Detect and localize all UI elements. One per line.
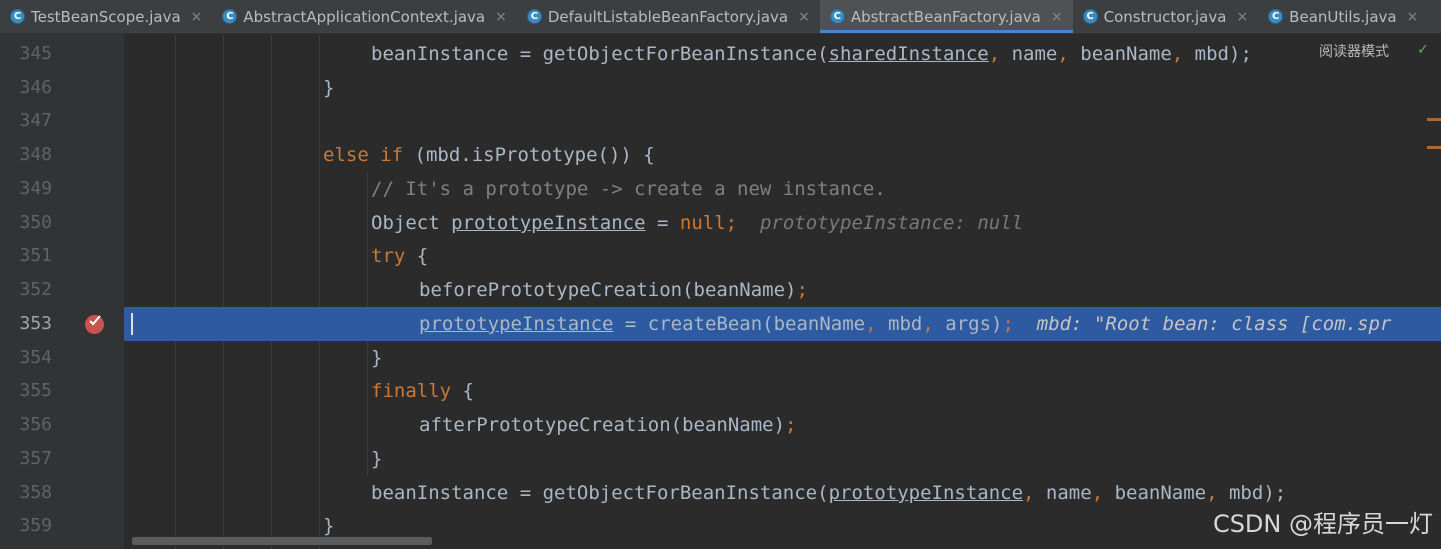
- code-text: try {: [371, 245, 429, 267]
- editor-tab-bar: C TestBeanScope.java × C AbstractApplica…: [0, 0, 1441, 34]
- code-line[interactable]: 349 // It's a prototype -> create a new …: [0, 172, 1441, 206]
- close-icon[interactable]: ×: [1407, 9, 1419, 25]
- code-text: afterPrototypeCreation(beanName);: [419, 414, 797, 436]
- error-stripe-marker[interactable]: [1427, 118, 1441, 121]
- code-text: }: [371, 448, 383, 470]
- code-line[interactable]: 350 Object prototypeInstance = null; pro…: [0, 206, 1441, 240]
- reader-mode-button[interactable]: 阅读器模式: [1319, 41, 1389, 61]
- tab-label: BeanUtils.java: [1289, 7, 1397, 26]
- code-line[interactable]: 356 afterPrototypeCreation(beanName);: [0, 408, 1441, 442]
- java-class-icon: C: [1268, 9, 1284, 24]
- inspection-ok-icon[interactable]: ✓: [1418, 39, 1428, 58]
- tab-abstractbeanfactory[interactable]: C AbstractBeanFactory.java ×: [819, 0, 1073, 33]
- tab-beanutils[interactable]: C BeanUtils.java ×: [1258, 0, 1428, 33]
- tab-label: AbstractApplicationContext.java: [243, 7, 486, 26]
- tab-testbeanscope[interactable]: C TestBeanScope.java ×: [0, 0, 212, 33]
- java-class-icon: C: [1082, 9, 1098, 24]
- line-number: 358: [19, 482, 52, 503]
- java-class-icon: C: [10, 9, 25, 24]
- code-text: beanInstance = getObjectForBeanInstance(…: [371, 482, 1287, 504]
- line-number: 347: [19, 110, 52, 131]
- code-line[interactable]: 357 }: [0, 442, 1441, 476]
- code-line[interactable]: 355 finally {: [0, 374, 1441, 408]
- tab-label: Constructor.java: [1103, 7, 1227, 26]
- code-text: }: [323, 77, 335, 99]
- code-text: beforePrototypeCreation(beanName);: [419, 279, 808, 301]
- code-comment: // It's a prototype -> create a new inst…: [371, 178, 886, 200]
- line-number: 355: [19, 380, 52, 401]
- horizontal-scrollbar[interactable]: [132, 537, 432, 545]
- line-number: 346: [19, 77, 52, 98]
- code-line[interactable]: 348 else if (mbd.isPrototype()) {: [0, 138, 1441, 172]
- code-text: Object prototypeInstance = null; prototy…: [371, 212, 1024, 234]
- tab-constructor[interactable]: C Constructor.java ×: [1073, 0, 1259, 33]
- code-line[interactable]: 347: [0, 104, 1441, 138]
- line-number: 348: [19, 144, 52, 165]
- code-text: else if (mbd.isPrototype()) {: [323, 144, 655, 166]
- line-number: 354: [19, 347, 52, 368]
- code-line[interactable]: 345 beanInstance = getObjectForBeanInsta…: [0, 37, 1441, 71]
- line-number: 345: [19, 43, 52, 64]
- close-icon[interactable]: ×: [1236, 9, 1248, 25]
- line-number: 356: [19, 414, 52, 435]
- line-number: 351: [19, 245, 52, 266]
- code-line[interactable]: 351 try {: [0, 239, 1441, 273]
- close-icon[interactable]: ×: [1051, 9, 1063, 25]
- close-icon[interactable]: ×: [191, 9, 203, 25]
- debug-inline-value: prototypeInstance: null: [759, 212, 1024, 234]
- close-icon[interactable]: ×: [495, 9, 507, 25]
- line-number: 349: [19, 178, 52, 199]
- line-number: 353: [19, 313, 52, 334]
- tab-label: DefaultListableBeanFactory.java: [547, 7, 789, 26]
- text-caret: [131, 313, 133, 335]
- error-stripe-marker[interactable]: [1427, 146, 1441, 149]
- java-class-icon: C: [222, 9, 238, 24]
- line-number: 350: [19, 212, 52, 233]
- tab-label: AbstractBeanFactory.java: [850, 7, 1041, 26]
- line-number: 357: [19, 448, 52, 469]
- line-number: 359: [19, 515, 52, 536]
- close-icon[interactable]: ×: [798, 9, 810, 25]
- java-class-icon: C: [526, 9, 542, 24]
- tab-label: TestBeanScope.java: [31, 7, 181, 26]
- current-execution-line[interactable]: 353 prototypeInstance = createBean(beanN…: [0, 307, 1441, 341]
- breakpoint-icon[interactable]: [85, 315, 104, 334]
- debug-inline-value: mbd: "Root bean: class [com.spr: [1036, 313, 1392, 335]
- code-text: }: [371, 347, 383, 369]
- code-line[interactable]: 346 }: [0, 71, 1441, 105]
- watermark: CSDN @程序员一灯: [1212, 510, 1433, 538]
- code-line[interactable]: 354 }: [0, 341, 1441, 375]
- tab-abstractapplicationcontext[interactable]: C AbstractApplicationContext.java ×: [212, 0, 516, 33]
- code-text: beanInstance = getObjectForBeanInstance(…: [371, 43, 1252, 65]
- line-number: 352: [19, 279, 52, 300]
- code-text: prototypeInstance = createBean(beanName,…: [419, 313, 1392, 335]
- tab-defaultlistablebeanfactory[interactable]: C DefaultListableBeanFactory.java ×: [517, 0, 820, 33]
- code-line[interactable]: 352 beforePrototypeCreation(beanName);: [0, 273, 1441, 307]
- code-text: finally {: [371, 380, 474, 402]
- java-class-icon: C: [829, 9, 845, 24]
